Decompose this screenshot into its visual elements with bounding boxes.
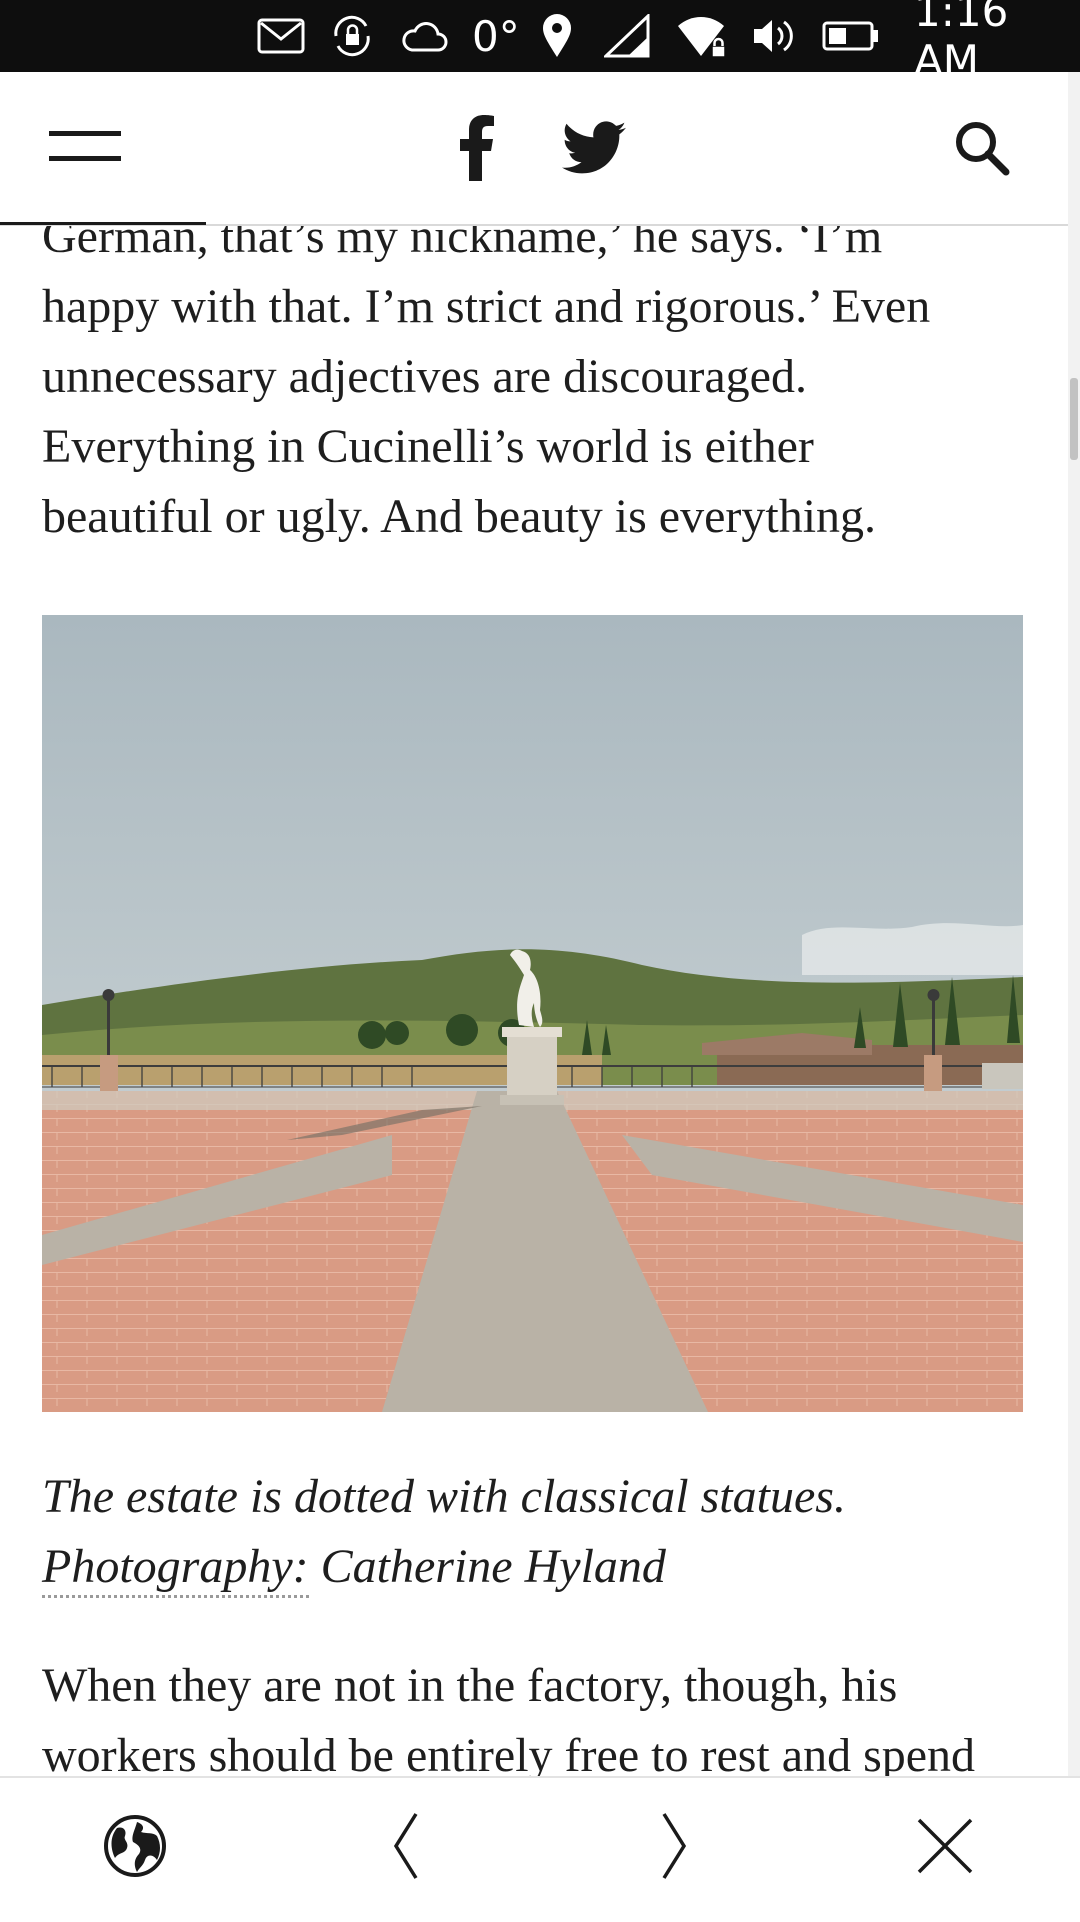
photography-credit-link[interactable]: Photography: [42, 1540, 309, 1598]
article-paragraph: When they are not in the factory, though… [42, 1651, 1042, 1776]
cloud-icon [400, 12, 448, 60]
text-line: beautiful or ugly. And beauty is everyth… [42, 490, 877, 543]
forward-chevron-icon [660, 1812, 690, 1884]
temperature-text: 0° [472, 11, 520, 61]
text-line: Everything in Cucinelli’s world is eithe… [42, 420, 814, 473]
twitter-share-button[interactable] [554, 108, 634, 192]
forward-button[interactable] [625, 1798, 725, 1898]
globe-icon [103, 1814, 167, 1882]
facebook-share-button[interactable] [444, 108, 510, 192]
article-body[interactable]: German, that’s my nickname,’ he says. ‘I… [0, 226, 1068, 1776]
scrollbar-thumb[interactable] [1070, 378, 1078, 460]
wifi-lock-icon [676, 12, 728, 60]
article-toolbar [0, 72, 1068, 226]
close-icon [916, 1817, 974, 1879]
mail-icon [257, 12, 305, 60]
volume-icon [752, 12, 798, 60]
cell-signal-icon [604, 12, 650, 60]
battery-icon [822, 12, 880, 60]
back-button[interactable] [355, 1798, 455, 1898]
search-icon [953, 119, 1011, 181]
clock-text: 1:16 AM [914, 0, 1009, 85]
scrollbar-track[interactable] [1068, 72, 1080, 1776]
back-chevron-icon [390, 1812, 420, 1884]
text-line: When they are not in the factory, though… [42, 1659, 898, 1712]
close-button[interactable] [895, 1798, 995, 1898]
location-pin-icon [541, 12, 573, 60]
text-line: German, that’s my nickname,’ he says. ‘I… [42, 226, 883, 263]
article-paragraph: German, that’s my nickname,’ he says. ‘I… [42, 226, 1042, 552]
estate-statue-photo[interactable] [42, 615, 1023, 1412]
photographer-name: Catherine Hyland [308, 1540, 666, 1593]
text-line: workers should be entirely free to rest … [42, 1729, 976, 1776]
open-in-browser-button[interactable] [85, 1798, 185, 1898]
sync-lock-icon [328, 12, 376, 60]
caption-text: The estate is dotted with classical stat… [42, 1470, 846, 1523]
text-line: happy with that. I’m strict and rigorous… [42, 280, 931, 333]
text-line: unnecessary adjectives are discouraged. [42, 350, 807, 403]
status-bar: 0° 1:16 AM [0, 0, 1080, 85]
menu-button[interactable] [40, 108, 130, 188]
photo-caption: The estate is dotted with classical stat… [42, 1462, 1042, 1602]
reading-progress-bar [0, 222, 206, 225]
search-button[interactable] [942, 108, 1022, 192]
facebook-icon [460, 115, 494, 185]
twitter-icon [562, 121, 626, 179]
bottom-navigation-bar [0, 1776, 1080, 1922]
menu-icon [49, 129, 121, 167]
